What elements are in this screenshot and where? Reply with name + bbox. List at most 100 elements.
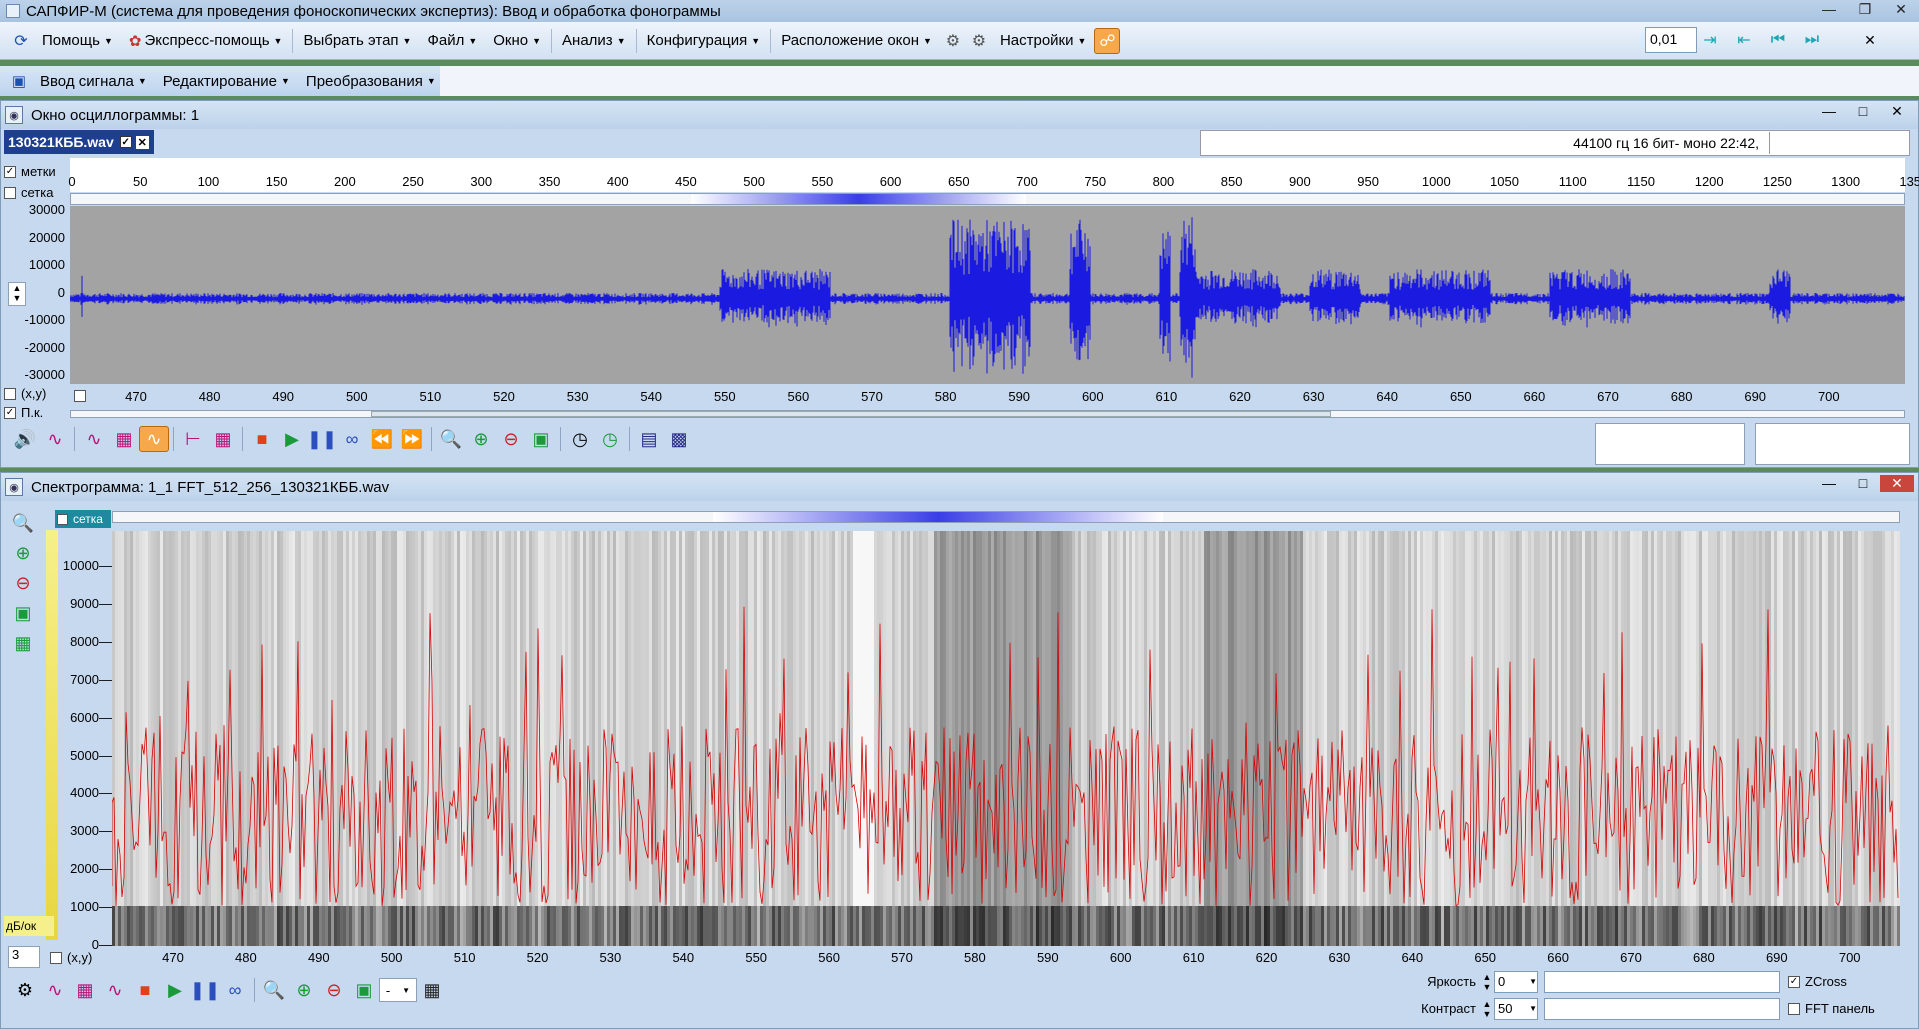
spec-xy-checkbox[interactable]: [50, 951, 62, 964]
zoom-fit-icon[interactable]: ▣: [349, 977, 379, 1003]
spectrum-icon[interactable]: ∿: [100, 977, 130, 1003]
close-button[interactable]: ✕: [1880, 475, 1914, 492]
spec-grid-option[interactable]: сетка: [55, 510, 111, 528]
menu-help[interactable]: Помощь ▼: [34, 26, 121, 56]
contrast-field[interactable]: [1544, 997, 1780, 1020]
xy-checkbox[interactable]: [4, 387, 16, 400]
position-field[interactable]: [1769, 132, 1909, 154]
timer-icon[interactable]: ◷: [595, 426, 625, 452]
grid-checkbox[interactable]: [4, 186, 16, 199]
menu-select-stage[interactable]: Выбрать этап ▼: [295, 26, 419, 56]
envelope-icon[interactable]: ▦: [70, 977, 100, 1003]
zoom-out-icon[interactable]: ⊖: [319, 977, 349, 1003]
waveform-mode-icon[interactable]: ∿: [40, 426, 70, 452]
maximize-button[interactable]: □: [1846, 103, 1880, 120]
zoom-input[interactable]: 0,01: [1645, 27, 1697, 53]
go-start-icon[interactable]: ⏮: [1761, 27, 1795, 53]
chart-settings-icon[interactable]: ▩: [664, 426, 694, 452]
minimize-button[interactable]: —: [1812, 475, 1846, 492]
loop-icon[interactable]: ∞: [337, 426, 367, 452]
position-spinner-2[interactable]: [1755, 423, 1910, 465]
zoom-fit-icon[interactable]: ▣: [526, 426, 556, 452]
db-per-octave-spinner[interactable]: 3: [8, 946, 40, 968]
refresh-icon[interactable]: ⟳: [8, 28, 34, 54]
palette-icon[interactable]: ▦: [417, 977, 447, 1003]
loop-icon[interactable]: ∞: [220, 977, 250, 1003]
menu-analysis[interactable]: Анализ ▼: [554, 26, 634, 56]
menu-express-help[interactable]: ✿ Экспресс-помощь ▼: [121, 26, 291, 56]
settings-icon[interactable]: ⚙: [966, 28, 992, 54]
mode-select[interactable]: - ▼: [379, 978, 417, 1002]
xy-cursor-checkbox[interactable]: [74, 390, 86, 402]
menu-transformations[interactable]: Преобразования ▼: [298, 68, 444, 94]
marker-icon[interactable]: ⊢: [178, 426, 208, 452]
file-tab[interactable]: 130321КББ.wav ✓ ✕: [4, 130, 154, 154]
time-scrollbar[interactable]: [70, 410, 1905, 418]
zcross-checkbox[interactable]: ✓: [1788, 975, 1800, 988]
close-icon[interactable]: ✕: [1857, 27, 1883, 53]
fft-panel-checkbox[interactable]: [1788, 1002, 1800, 1015]
grid-option[interactable]: сетка: [4, 185, 53, 200]
envelope-icon[interactable]: ▦: [109, 426, 139, 452]
go-left-icon[interactable]: ⇤: [1727, 27, 1761, 53]
zoom-in-icon[interactable]: ⊕: [289, 977, 319, 1003]
overview-scroll-thumb[interactable]: [691, 194, 1026, 204]
clock-icon[interactable]: ◷: [565, 426, 595, 452]
zoom-out-icon[interactable]: ⊖: [496, 426, 526, 452]
play-icon[interactable]: ▶: [160, 977, 190, 1003]
menu-file[interactable]: Файл ▼: [419, 26, 485, 56]
zoom-fit-icon[interactable]: ▣: [8, 598, 38, 628]
brightness-field[interactable]: [1544, 970, 1780, 993]
menu-configuration[interactable]: Конфигурация ▼: [639, 26, 769, 56]
contrast-select[interactable]: 50 ▼: [1494, 997, 1538, 1020]
active-signal-icon[interactable]: ∿: [139, 426, 169, 452]
speaker-icon[interactable]: 🔊: [10, 426, 40, 452]
spec-overview-scrollbar[interactable]: [112, 511, 1900, 523]
menu-window[interactable]: Окно ▼: [485, 26, 549, 56]
gear-icon[interactable]: ⚙: [10, 977, 40, 1003]
play-icon[interactable]: ▶: [277, 426, 307, 452]
minimize-button[interactable]: —: [1812, 103, 1846, 120]
spec-scroll-thumb[interactable]: [713, 512, 1163, 522]
brightness-spinner[interactable]: ▲ ▼: [1480, 972, 1494, 992]
gears-icon[interactable]: ⚙: [940, 28, 966, 54]
marker-add-icon[interactable]: ▦: [208, 426, 238, 452]
maximize-button[interactable]: □: [1846, 475, 1880, 492]
menu-editing[interactable]: Редактирование ▼: [155, 68, 298, 94]
menu-settings[interactable]: Настройки ▼: [992, 26, 1094, 56]
signal-icon[interactable]: ∿: [79, 426, 109, 452]
signal-icon[interactable]: ∿: [40, 977, 70, 1003]
xy-cursor-option[interactable]: [74, 390, 91, 402]
fast-forward-icon[interactable]: ⏩: [397, 426, 427, 452]
close-button[interactable]: ✕: [1883, 0, 1919, 18]
pk-checkbox[interactable]: ✓: [4, 406, 16, 419]
close-button[interactable]: ✕: [1880, 103, 1914, 120]
stop-icon[interactable]: ■: [130, 977, 160, 1003]
marks-option[interactable]: ✓ метки: [4, 164, 56, 179]
file-tab-checkbox[interactable]: ✓: [119, 136, 132, 148]
minimize-button[interactable]: —: [1811, 0, 1847, 18]
close-icon[interactable]: ✕: [135, 135, 149, 149]
waveform-plot[interactable]: [69, 206, 1905, 384]
fit-window-icon[interactable]: ▦: [8, 628, 38, 658]
overview-scrollbar[interactable]: [70, 193, 1905, 205]
position-spinner-1[interactable]: [1595, 423, 1745, 465]
time-scroll-thumb[interactable]: [371, 411, 1331, 417]
chart-icon[interactable]: ▤: [634, 426, 664, 452]
maximize-button[interactable]: ❐: [1847, 0, 1883, 18]
zoom-icon[interactable]: 🔍: [436, 426, 466, 452]
spec-xy-option[interactable]: (x,y): [50, 950, 92, 965]
link-icon[interactable]: ☍: [1094, 27, 1121, 54]
overview-ruler[interactable]: 0 50 100 150 200 250 300 350 400 450 500 550 600 650 7…: [68, 158, 1919, 192]
pause-icon[interactable]: ❚❚: [190, 977, 220, 1003]
menu-window-layout[interactable]: Расположение окон ▼: [773, 26, 940, 56]
spectrogram-plot[interactable]: [112, 531, 1900, 946]
zoom-in-icon[interactable]: ⊕: [8, 538, 38, 568]
zoom-icon[interactable]: 🔍: [8, 508, 38, 538]
spec-grid-checkbox[interactable]: [57, 513, 68, 525]
xy-option[interactable]: (x,y): [4, 386, 46, 401]
zoom-icon[interactable]: 🔍: [259, 977, 289, 1003]
menu-signal-input[interactable]: Ввод сигнала ▼: [32, 68, 155, 94]
zoom-out-icon[interactable]: ⊖: [8, 568, 38, 598]
rewind-icon[interactable]: ⏪: [367, 426, 397, 452]
